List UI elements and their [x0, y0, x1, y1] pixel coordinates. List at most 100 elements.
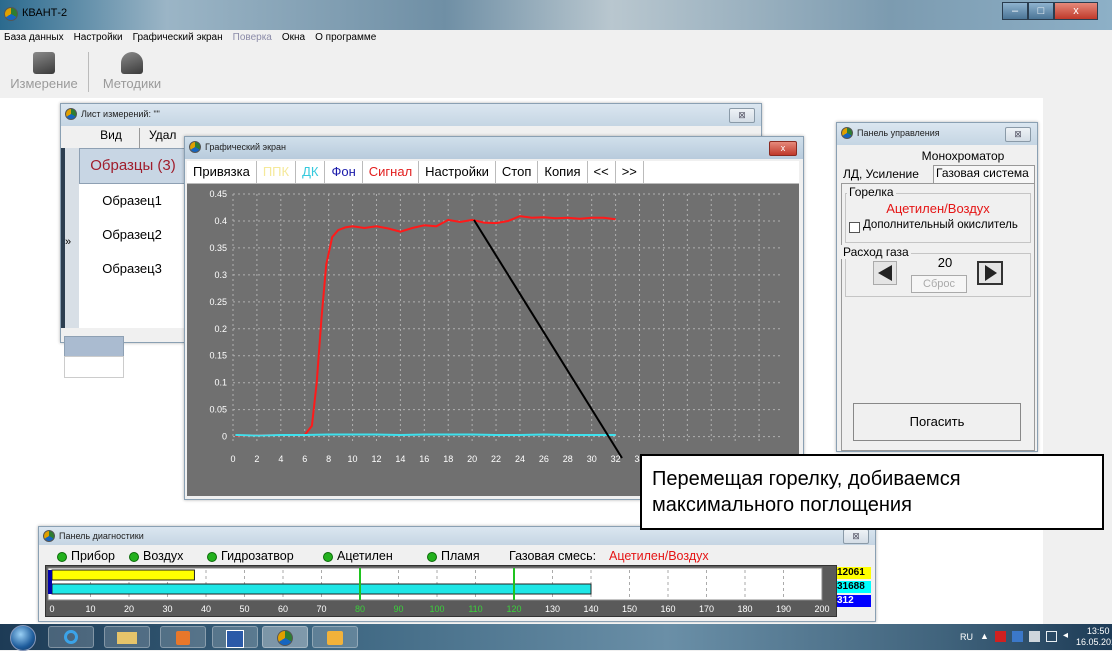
- speaker-icon[interactable]: ◂: [1063, 630, 1068, 641]
- gauge-scale-label: 170: [699, 604, 714, 614]
- copy-button[interactable]: Копия: [538, 161, 588, 183]
- taskbar-explorer[interactable]: [104, 626, 150, 648]
- menu-about[interactable]: О программе: [315, 30, 376, 46]
- gauge-scale-label: 150: [622, 604, 637, 614]
- network-error-icon[interactable]: [995, 631, 1006, 642]
- signal-button[interactable]: Сигнал: [363, 161, 420, 183]
- graphic-screen-title: Графический экран: [205, 142, 287, 152]
- sample-row[interactable]: Образец1: [79, 184, 188, 219]
- flow-increase-button[interactable]: [977, 261, 1003, 285]
- ppk-button[interactable]: ППК: [257, 161, 297, 183]
- stop-button[interactable]: Стоп: [496, 161, 539, 183]
- y-tick-label: 0.15: [209, 351, 227, 361]
- binding-button[interactable]: Привязка: [187, 161, 257, 183]
- measurement-sheet-close-button[interactable]: ⊠: [729, 108, 755, 123]
- graph-toolbar: Привязка ППК ДК Фон Сигнал Настройки Сто…: [187, 161, 799, 184]
- gauge-scale-label: 130: [545, 604, 560, 614]
- result-cell[interactable]: [64, 356, 124, 378]
- menu-verification[interactable]: Поверка: [233, 30, 272, 46]
- view-tab[interactable]: Вид: [83, 128, 140, 148]
- tab-gas-system[interactable]: Газовая система: [933, 165, 1035, 183]
- measure-label: Измерение: [10, 76, 78, 91]
- green-led-icon: [207, 551, 217, 562]
- measure-button[interactable]: Измерение: [2, 46, 86, 96]
- expand-toggle[interactable]: »: [65, 236, 71, 248]
- close-button[interactable]: x: [1054, 2, 1098, 20]
- diagnostics-panel-window: Панель диагностики ⊠ Прибор Воздух Гидро…: [38, 526, 876, 622]
- green-led-icon: [427, 551, 437, 562]
- gauge-scale-label: 200: [814, 604, 829, 614]
- background-button[interactable]: Фон: [325, 161, 363, 183]
- diagnostic-bars: 0 10 20 30 40 50 60 70 80 90 100 110 120 130 140 150 160…: [47, 567, 830, 614]
- menu-windows[interactable]: Окна: [282, 30, 305, 46]
- indicator-label: Ацетилен: [337, 549, 393, 563]
- indicator-label: Гидрозатвор: [221, 549, 294, 563]
- graph-settings-button[interactable]: Настройки: [419, 161, 496, 183]
- menu-graphic-screen[interactable]: Графический экран: [133, 30, 223, 46]
- flow-decrease-button[interactable]: [873, 261, 897, 285]
- tab-monochromator[interactable]: Монохроматор: [903, 149, 1023, 163]
- start-button[interactable]: [10, 625, 36, 651]
- x-tick-label: 10: [348, 454, 358, 464]
- clock-time: 13:50: [1086, 626, 1110, 636]
- menu-settings[interactable]: Настройки: [74, 30, 123, 46]
- graphic-screen-close-button[interactable]: x: [769, 141, 797, 156]
- sample-row[interactable]: Образец2: [79, 218, 188, 253]
- x-tick-label: 16: [419, 454, 429, 464]
- flag-icon[interactable]: [1012, 631, 1023, 642]
- maximize-button[interactable]: □: [1028, 2, 1054, 20]
- gauge-scale-label: 40: [201, 604, 211, 614]
- taskbar-media-player[interactable]: [160, 626, 206, 648]
- window-controls: – □ x: [1002, 2, 1098, 20]
- methods-icon: [121, 52, 143, 74]
- burner-group-label: Горелка: [847, 185, 896, 199]
- monitor-icon[interactable]: [1046, 631, 1057, 642]
- window-app-icon: [43, 530, 55, 542]
- show-hidden-icons[interactable]: ▲: [980, 631, 989, 641]
- y-tick-label: 0.45: [209, 189, 227, 199]
- value-box-cyan: 31688: [837, 581, 871, 593]
- diagnostics-close-button[interactable]: ⊠: [843, 529, 869, 544]
- clock[interactable]: 13:50 16.05.2011: [1076, 626, 1112, 648]
- scroll-back-button[interactable]: <<: [588, 161, 616, 183]
- x-tick-label: 2: [254, 454, 259, 464]
- indicator-acetylene: Ацетилен: [323, 547, 393, 565]
- extinguish-button[interactable]: Погасить: [853, 403, 1021, 441]
- control-panel-titlebar[interactable]: Панель управления ⊠: [837, 123, 1037, 145]
- minimize-button[interactable]: –: [1002, 2, 1028, 20]
- taskbar-ie[interactable]: [48, 626, 94, 648]
- delete-tab[interactable]: Удал: [149, 128, 189, 148]
- scroll-forward-button[interactable]: >>: [616, 161, 644, 183]
- indicator-label: Воздух: [143, 549, 184, 563]
- x-tick-label: 18: [443, 454, 453, 464]
- green-led-icon: [323, 551, 333, 562]
- dk-button[interactable]: ДК: [296, 161, 326, 183]
- flow-reset-button[interactable]: Сброс: [911, 275, 967, 293]
- device-icon[interactable]: [1029, 631, 1040, 642]
- tab-ld-gain[interactable]: ЛД, Усиление: [843, 167, 919, 181]
- clock-date: 16.05.2011: [1076, 637, 1112, 647]
- taskbar-word[interactable]: [212, 626, 258, 648]
- menu-database[interactable]: База данных: [4, 30, 64, 46]
- y-tick-label: 0: [222, 432, 227, 442]
- gauge-scale-label: 80: [355, 604, 365, 614]
- language-indicator[interactable]: RU: [960, 632, 973, 642]
- flow-value: 20: [937, 255, 953, 270]
- graphic-screen-titlebar[interactable]: Графический экран x: [185, 137, 803, 159]
- sample-row[interactable]: Образец3: [79, 252, 188, 287]
- gauge-scale-label: 190: [776, 604, 791, 614]
- methods-button[interactable]: Методики: [92, 46, 172, 96]
- control-panel-close-button[interactable]: ⊠: [1005, 127, 1031, 142]
- triangle-right-icon: [985, 265, 997, 281]
- extra-oxidizer-checkbox[interactable]: [849, 222, 860, 233]
- callout-line-1: Перемещая горелку, добиваемся: [652, 468, 961, 490]
- internet-explorer-icon: [64, 630, 78, 644]
- yellow-level-bar: [51, 569, 195, 581]
- y-tick-label: 0.3: [214, 270, 227, 280]
- taskbar-kvant[interactable]: [262, 626, 308, 648]
- samples-header[interactable]: Образцы (3): [79, 148, 187, 184]
- window-app-icon: [65, 108, 77, 120]
- measurement-sheet-titlebar[interactable]: Лист измерений: "" ⊠: [61, 104, 761, 126]
- taskbar-other-app[interactable]: [312, 626, 358, 648]
- kvant-app-icon: [277, 630, 293, 646]
